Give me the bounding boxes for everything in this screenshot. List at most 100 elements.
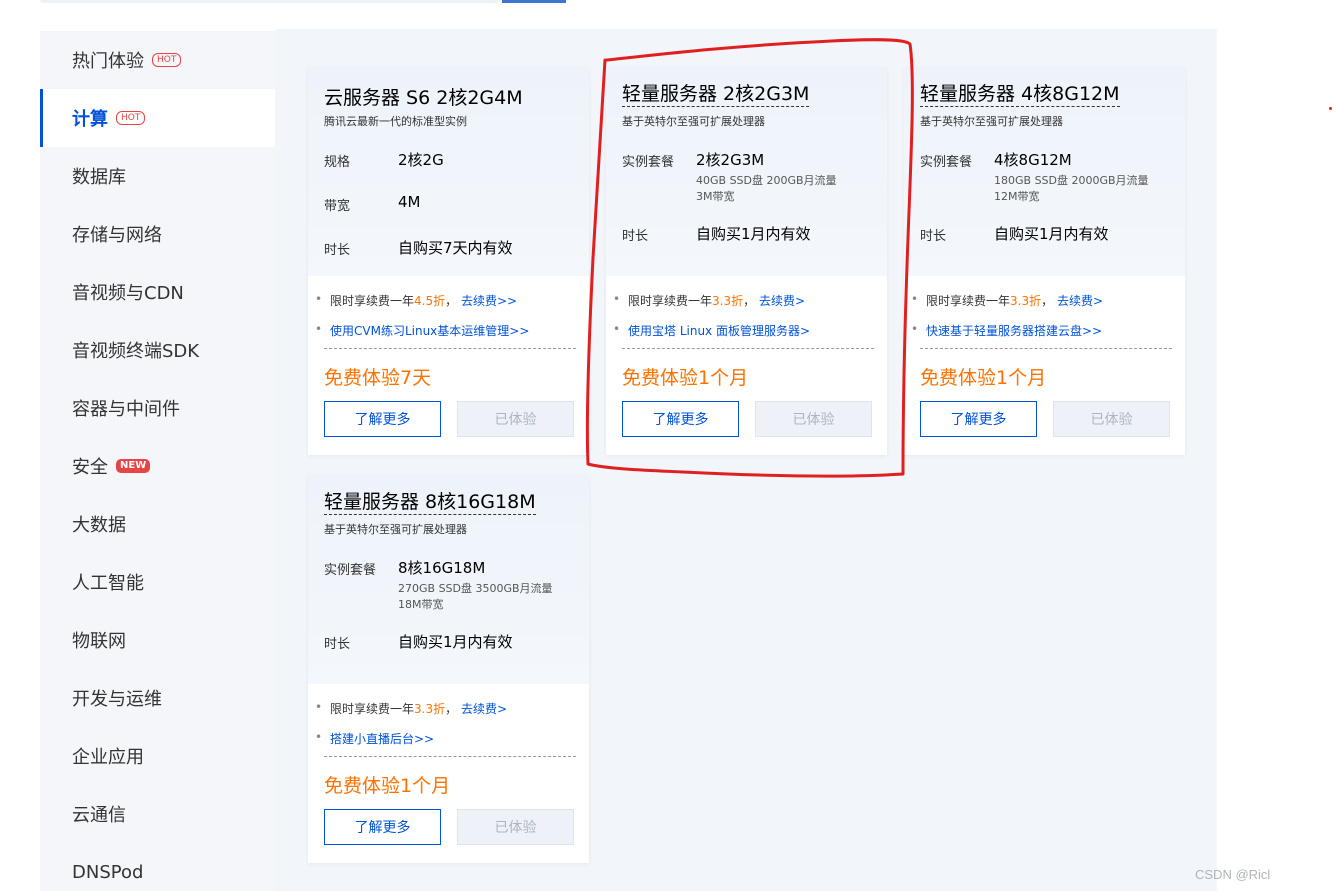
promo-separator: ， xyxy=(743,294,756,308)
promo-text: 限时享续费一年 xyxy=(330,294,415,308)
sidebar-item-label: 数据库 xyxy=(72,167,126,188)
promo-tutorial: 使用CVM练习Linux基本运维管理>> xyxy=(315,322,529,339)
sidebar-item-label: 云通信 xyxy=(72,805,126,826)
sidebar-item-label: 音视频与CDN xyxy=(72,283,184,304)
sidebar-item-ai[interactable]: 人工智能 xyxy=(40,553,275,611)
red-dot-mark xyxy=(1329,107,1332,110)
sidebar-item-label: 人工智能 xyxy=(72,573,144,594)
spec-label: 实例套餐 xyxy=(324,563,377,578)
spec-note: 3M带宽 xyxy=(696,190,735,203)
sidebar-item-label: 容器与中间件 xyxy=(72,399,180,420)
spec-label: 实例套餐 xyxy=(920,155,973,170)
free-trial-label: 免费体验1个月 xyxy=(920,367,1047,389)
divider xyxy=(324,348,576,349)
sidebar-item-iot[interactable]: 物联网 xyxy=(40,611,275,669)
experienced-button: 已体验 xyxy=(1053,401,1170,437)
learn-more-button[interactable]: 了解更多 xyxy=(324,809,441,845)
spec-value: 自购买1月内有效 xyxy=(696,225,811,243)
promo-separator: ， xyxy=(1041,294,1054,308)
renew-link[interactable]: 去续费> xyxy=(461,702,507,716)
spec-label: 时长 xyxy=(324,637,351,652)
spec-label: 规格 xyxy=(324,155,351,170)
divider xyxy=(622,348,874,349)
promo-renewal: 限时享续费一年3.3折， 去续费> xyxy=(315,700,507,717)
spec-value: 4M xyxy=(398,193,421,211)
learn-more-button[interactable]: 了解更多 xyxy=(920,401,1037,437)
category-sidebar: 热门体验 HOT 计算 HOT 数据库 存储与网络 音视频与CDN 音视频终端S… xyxy=(40,31,275,891)
spec-note: 12M带宽 xyxy=(994,190,1040,203)
promo-tutorial: 搭建小直播后台>> xyxy=(315,730,434,747)
promo-discount: 3.3折 xyxy=(1010,294,1042,308)
spec-label: 时长 xyxy=(324,243,351,258)
spec-note: 40GB SSD盘 200GB月流量 xyxy=(696,174,837,187)
sidebar-item-security[interactable]: 安全 NEW xyxy=(40,437,275,495)
sidebar-item-container-middleware[interactable]: 容器与中间件 xyxy=(40,379,275,437)
card-subtitle: 基于英特尔至强可扩展处理器 xyxy=(622,115,765,128)
card-title: 云服务器 S6 2核2G4M xyxy=(324,87,523,109)
spec-value: 4核8G12M xyxy=(994,151,1072,169)
promo-renewal: 限时享续费一年3.3折， 去续费> xyxy=(911,292,1103,309)
sidebar-item-label: 音视频终端SDK xyxy=(72,341,200,362)
promo-separator: ， xyxy=(445,294,458,308)
promo-separator: ， xyxy=(445,702,458,716)
promo-discount: 3.3折 xyxy=(414,702,446,716)
product-card-lighthouse-8c16g18m: 轻量服务器 8核16G18M 基于英特尔至强可扩展处理器 实例套餐 8核16G1… xyxy=(308,476,589,863)
promo-tutorial: 快速基于轻量服务器搭建云盘>> xyxy=(911,322,1102,339)
experienced-button: 已体验 xyxy=(457,809,574,845)
sidebar-item-compute[interactable]: 计算 HOT xyxy=(40,89,275,147)
promo-text: 限时享续费一年 xyxy=(926,294,1011,308)
spec-label: 带宽 xyxy=(324,199,351,214)
sidebar-item-label: DNSPod xyxy=(72,861,144,883)
tutorial-link[interactable]: 使用宝塔 Linux 面板管理服务器> xyxy=(628,324,810,338)
learn-more-button[interactable]: 了解更多 xyxy=(622,401,739,437)
tutorial-link[interactable]: 使用CVM练习Linux基本运维管理>> xyxy=(330,324,529,338)
renew-link[interactable]: 去续费> xyxy=(1057,294,1103,308)
promo-tutorial: 使用宝塔 Linux 面板管理服务器> xyxy=(613,322,810,339)
spec-note: 270GB SSD盘 3500GB月流量 xyxy=(398,582,553,595)
experienced-button: 已体验 xyxy=(755,401,872,437)
spec-label: 时长 xyxy=(920,229,947,244)
sidebar-item-cloud-comm[interactable]: 云通信 xyxy=(40,785,275,843)
free-trial-label: 免费体验1个月 xyxy=(324,775,451,797)
renew-link[interactable]: 去续费> xyxy=(759,294,805,308)
spec-label: 时长 xyxy=(622,229,649,244)
sidebar-item-dnspod[interactable]: DNSPod xyxy=(40,843,275,891)
learn-more-button[interactable]: 了解更多 xyxy=(324,401,441,437)
card-subtitle: 基于英特尔至强可扩展处理器 xyxy=(920,115,1063,128)
spec-value: 2核2G3M xyxy=(696,151,765,169)
product-card-lighthouse-4c8g12m: 轻量服务器 4核8G12M 基于英特尔至强可扩展处理器 实例套餐 4核8G12M… xyxy=(904,68,1185,455)
sidebar-item-label: 物联网 xyxy=(72,631,126,652)
sidebar-item-media-cdn[interactable]: 音视频与CDN xyxy=(40,263,275,321)
sidebar-item-label: 大数据 xyxy=(72,515,126,536)
sidebar-item-label: 存储与网络 xyxy=(72,225,162,246)
product-card-lighthouse-2c2g3m: 轻量服务器 2核2G3M 基于英特尔至强可扩展处理器 实例套餐 2核2G3M 4… xyxy=(606,68,887,455)
sidebar-item-enterprise[interactable]: 企业应用 xyxy=(40,727,275,785)
card-subtitle: 基于英特尔至强可扩展处理器 xyxy=(324,523,467,536)
promo-renewal: 限时享续费一年3.3折， 去续费> xyxy=(613,292,805,309)
sidebar-item-hot[interactable]: 热门体验 HOT xyxy=(40,31,275,89)
sidebar-item-label: 企业应用 xyxy=(72,747,144,768)
spec-label: 实例套餐 xyxy=(622,155,675,170)
watermark: CSDN @Ricl xyxy=(1195,867,1271,882)
promo-discount: 4.5折 xyxy=(414,294,446,308)
sidebar-item-devops[interactable]: 开发与运维 xyxy=(40,669,275,727)
sidebar-item-storage-network[interactable]: 存储与网络 xyxy=(40,205,275,263)
spec-note: 18M带宽 xyxy=(398,598,444,611)
top-search-bar-fragment xyxy=(40,0,500,3)
sidebar-item-label: 开发与运维 xyxy=(72,689,162,710)
card-subtitle: 腾讯云最新一代的标准型实例 xyxy=(324,115,467,128)
product-card-cvm-s6: 云服务器 S6 2核2G4M 腾讯云最新一代的标准型实例 规格 2核2G 带宽 … xyxy=(308,68,589,455)
spec-value: 8核16G18M xyxy=(398,559,486,577)
promo-renewal: 限时享续费一年4.5折， 去续费>> xyxy=(315,292,517,309)
divider xyxy=(920,348,1172,349)
tutorial-link[interactable]: 搭建小直播后台>> xyxy=(330,732,434,746)
sidebar-item-media-sdk[interactable]: 音视频终端SDK xyxy=(40,321,275,379)
card-title: 轻量服务器 2核2G3M xyxy=(622,83,810,107)
sidebar-item-big-data[interactable]: 大数据 xyxy=(40,495,275,553)
renew-link[interactable]: 去续费>> xyxy=(461,294,517,308)
experienced-button: 已体验 xyxy=(457,401,574,437)
sidebar-item-database[interactable]: 数据库 xyxy=(40,147,275,205)
tutorial-link[interactable]: 快速基于轻量服务器搭建云盘>> xyxy=(926,324,1102,338)
promo-discount: 3.3折 xyxy=(712,294,744,308)
free-trial-label: 免费体验1个月 xyxy=(622,367,749,389)
